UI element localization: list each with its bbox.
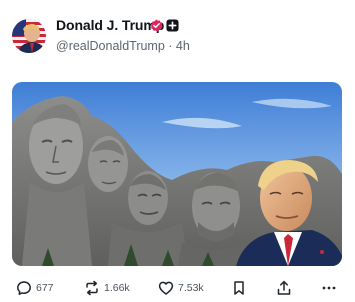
- repost-icon: [86, 280, 98, 296]
- action-bar: 677 1.66k 7.53k: [0, 280, 355, 302]
- repost-count: 1.66k: [104, 282, 130, 294]
- share-icon: [277, 280, 291, 295]
- verified-badge-icon: [150, 19, 163, 32]
- more-button[interactable]: [321, 280, 337, 296]
- author-name[interactable]: Donald J. Trump: [56, 17, 164, 33]
- follow-plus-icon[interactable]: [166, 19, 179, 32]
- like-button[interactable]: 7.53k: [158, 280, 204, 296]
- repost-button[interactable]: 1.66k: [84, 280, 130, 296]
- reply-button[interactable]: 677: [16, 280, 54, 296]
- post-image[interactable]: [12, 82, 342, 266]
- bookmark-button[interactable]: [231, 280, 247, 296]
- reply-count: 677: [36, 282, 54, 294]
- author-handle[interactable]: @realDonaldTrump: [56, 39, 165, 53]
- more-icon: [322, 286, 336, 290]
- reply-icon: [17, 281, 31, 295]
- handle-line: @realDonaldTrump · 4h: [56, 39, 190, 53]
- like-icon: [158, 281, 174, 295]
- post-time[interactable]: 4h: [176, 39, 190, 53]
- separator-dot: ·: [168, 39, 176, 53]
- share-button[interactable]: [276, 280, 292, 296]
- avatar[interactable]: [12, 19, 46, 53]
- like-count: 7.53k: [178, 282, 204, 294]
- bookmark-icon: [234, 281, 244, 295]
- post-card: Donald J. Trump @realDonaldTrump · 4h 67…: [0, 0, 355, 300]
